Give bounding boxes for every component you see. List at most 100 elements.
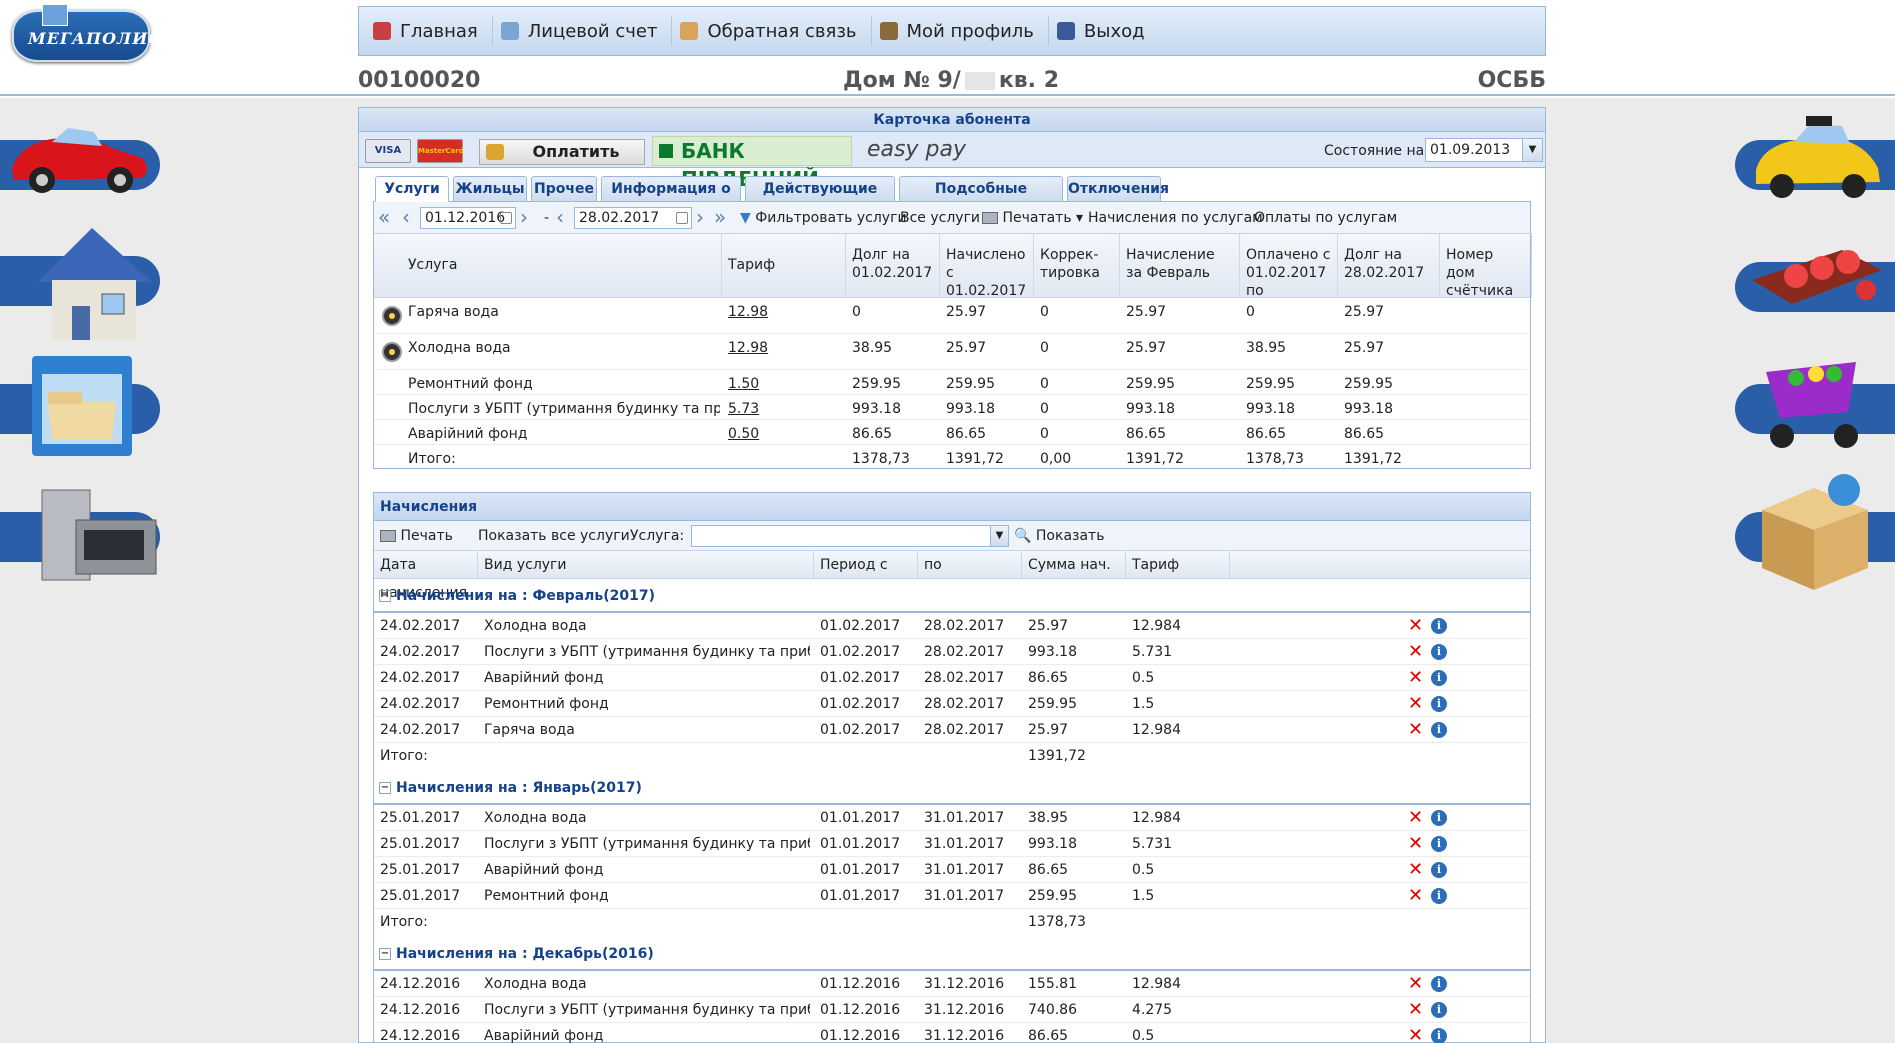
meter-icon[interactable] [382,342,402,362]
charges-col-header-3[interactable]: по [918,551,1022,579]
charges-group-header[interactable]: Начисления на : Январь(2017) [374,771,1530,805]
tab-1[interactable]: Жильцы [453,176,527,202]
charges-row[interactable]: 25.01.2017 Аварійний фонд 01.01.2017 31.01.… [374,857,1530,883]
state-date-select[interactable]: 01.09.2013 ▼ [1425,138,1543,162]
info-icon[interactable]: i [1431,1028,1447,1043]
delete-icon[interactable]: ✕ [1408,669,1423,687]
charges-group-header[interactable]: Начисления на : Декабрь(2016) [374,937,1530,971]
folder-icon[interactable] [28,352,136,460]
delete-icon[interactable]: ✕ [1408,617,1423,635]
info-icon[interactable]: i [1431,888,1447,904]
delete-icon[interactable]: ✕ [1408,695,1423,713]
print-menu-button[interactable]: Печатать ▾ [982,210,1083,226]
delete-icon[interactable]: ✕ [1408,835,1423,853]
filter-services-button[interactable]: ▼ Фильтровать услуги [740,210,907,226]
service-filter-select[interactable]: ▼ [691,525,1009,547]
taxi-icon[interactable] [1746,110,1886,206]
delete-icon[interactable]: ✕ [1408,861,1423,879]
tab-2[interactable]: Прочее [531,176,597,202]
prev-icon[interactable]: ‹ [402,207,410,227]
prev-icon[interactable]: ‹ [556,207,564,227]
pay-button[interactable]: Оплатить [479,139,645,165]
tab-0[interactable]: Услуги [375,176,449,202]
house-icon[interactable] [30,220,160,346]
first-page-icon[interactable]: « [378,207,390,227]
table-row[interactable]: Холодна вода 12.98 38.95 25.97 0 25.97 38.95 25… [374,334,1530,370]
tariff-link[interactable]: 12.98 [728,304,844,320]
info-icon[interactable]: i [1431,862,1447,878]
delete-icon[interactable]: ✕ [1408,643,1423,661]
info-icon[interactable]: i [1431,696,1447,712]
charges-row[interactable]: 25.01.2017 Холодна вода 01.01.2017 31.01.20… [374,805,1530,831]
info-icon[interactable]: i [1431,644,1447,660]
charges-print-button[interactable]: Печать [380,528,453,544]
info-icon[interactable]: i [1431,670,1447,686]
tab-4[interactable]: Действующие тарифы [745,176,895,221]
charges-row[interactable]: 24.02.2017 Холодна вода 01.02.2017 28.02.20… [374,613,1530,639]
next-icon[interactable]: › [696,207,704,227]
info-icon[interactable]: i [1431,976,1447,992]
calendar-icon[interactable] [500,212,512,224]
tab-5[interactable]: Подсобные помещения [899,176,1063,221]
delete-icon[interactable]: ✕ [1408,721,1423,739]
delete-icon[interactable]: ✕ [1408,975,1423,993]
info-icon[interactable]: i [1431,810,1447,826]
charges-row[interactable]: 25.01.2017 Послуги з УБПТ (утримання буди… [374,831,1530,857]
table-row[interactable]: Ремонтний фонд 1.50 259.95 259.95 0 259.95 259… [374,370,1530,395]
payments-by-services-button[interactable]: Оплаты по услугам [1254,210,1397,226]
delete-icon[interactable]: ✕ [1408,1027,1423,1043]
info-icon[interactable]: i [1431,836,1447,852]
tab-3[interactable]: Информация о доме [601,176,741,221]
grid-col-header-6[interactable]: Оплачено с 01.02.2017 по 28.02.2017 [1240,234,1338,298]
delete-icon[interactable]: ✕ [1408,887,1423,905]
charges-row[interactable]: 24.02.2017 Ремонтний фонд 01.02.2017 28.02.… [374,691,1530,717]
date-from-field[interactable]: 01.12.2016 [420,207,516,229]
all-services-button[interactable]: Все услуги [900,210,980,226]
info-icon[interactable]: i [1431,618,1447,634]
grid-col-header-7[interactable]: Долг на 28.02.2017 [1338,234,1440,298]
charges-by-services-button[interactable]: Начисления по услугам [1088,210,1263,226]
charges-group-header[interactable]: Начисления на : Февраль(2017) [374,579,1530,613]
charges-col-header-4[interactable]: Сумма нач. [1022,551,1126,579]
next-icon[interactable]: › [520,207,528,227]
computer-icon[interactable] [36,480,162,590]
charges-row[interactable]: 24.12.2016 Аварійний фонд 01.12.2016 31.12.… [374,1023,1530,1043]
show-all-services-button[interactable]: Показать все услуги [478,528,630,544]
sushi-icon[interactable] [1746,240,1886,314]
box-icon[interactable] [1752,470,1878,594]
grid-col-header-4[interactable]: Коррек-тировка [1034,234,1120,298]
table-row[interactable]: Послуги з УБПТ (утримання будинку та при… [374,395,1530,420]
meter-icon[interactable] [382,306,402,326]
charges-col-header-5[interactable]: Тариф [1126,551,1230,579]
last-page-icon[interactable]: » [714,207,726,227]
nav-item-2[interactable]: Обратная связь [672,16,872,46]
tariff-link[interactable]: 0.50 [728,426,844,442]
date-to-field[interactable]: 28.02.2017 [574,207,692,229]
megapolis-logo[interactable]: МЕГАПОЛИС [12,4,161,62]
tariff-link[interactable]: 1.50 [728,376,844,392]
shopping-cart-icon[interactable] [1756,352,1876,452]
nav-item-0[interactable]: Главная [365,16,493,46]
charges-col-header-1[interactable]: Вид услуги [478,551,814,579]
charges-row[interactable]: 24.02.2017 Аварійний фонд 01.02.2017 28.02.… [374,665,1530,691]
info-icon[interactable]: i [1431,1002,1447,1018]
charges-col-header-2[interactable]: Период с [814,551,918,579]
chevron-down-icon[interactable]: ▼ [1522,139,1542,161]
charges-row[interactable]: 25.01.2017 Ремонтний фонд 01.01.2017 31.01.… [374,883,1530,909]
tariff-link[interactable]: 5.73 [728,401,844,417]
nav-item-4[interactable]: Выход [1049,16,1159,46]
table-row[interactable]: Гаряча вода 12.98 0 25.97 0 25.97 0 25.97 [374,298,1530,334]
bank-pivdenny-button[interactable]: БАНК ПІВДЕННИЙ [652,136,852,191]
nav-item-1[interactable]: Лицевой счет [493,16,673,46]
grid-col-header-1[interactable]: Тариф [722,234,846,298]
charges-row[interactable]: 24.12.2016 Послуги з УБПТ (утримання буди… [374,997,1530,1023]
delete-icon[interactable]: ✕ [1408,809,1423,827]
show-button[interactable]: 🔍 Показать [1014,528,1104,544]
charges-row[interactable]: 24.12.2016 Холодна вода 01.12.2016 31.12.20… [374,971,1530,997]
info-icon[interactable]: i [1431,722,1447,738]
calendar-icon[interactable] [676,212,688,224]
chevron-down-icon[interactable]: ▼ [990,526,1008,546]
table-row[interactable]: Аварійний фонд 0.50 86.65 86.65 0 86.65 86.65 8… [374,420,1530,445]
charges-row[interactable]: 24.02.2017 Гаряча вода 01.02.2017 28.02.201… [374,717,1530,743]
grid-col-header-3[interactable]: Начислено с 01.02.2017 по 28.02.2017 [940,234,1034,298]
